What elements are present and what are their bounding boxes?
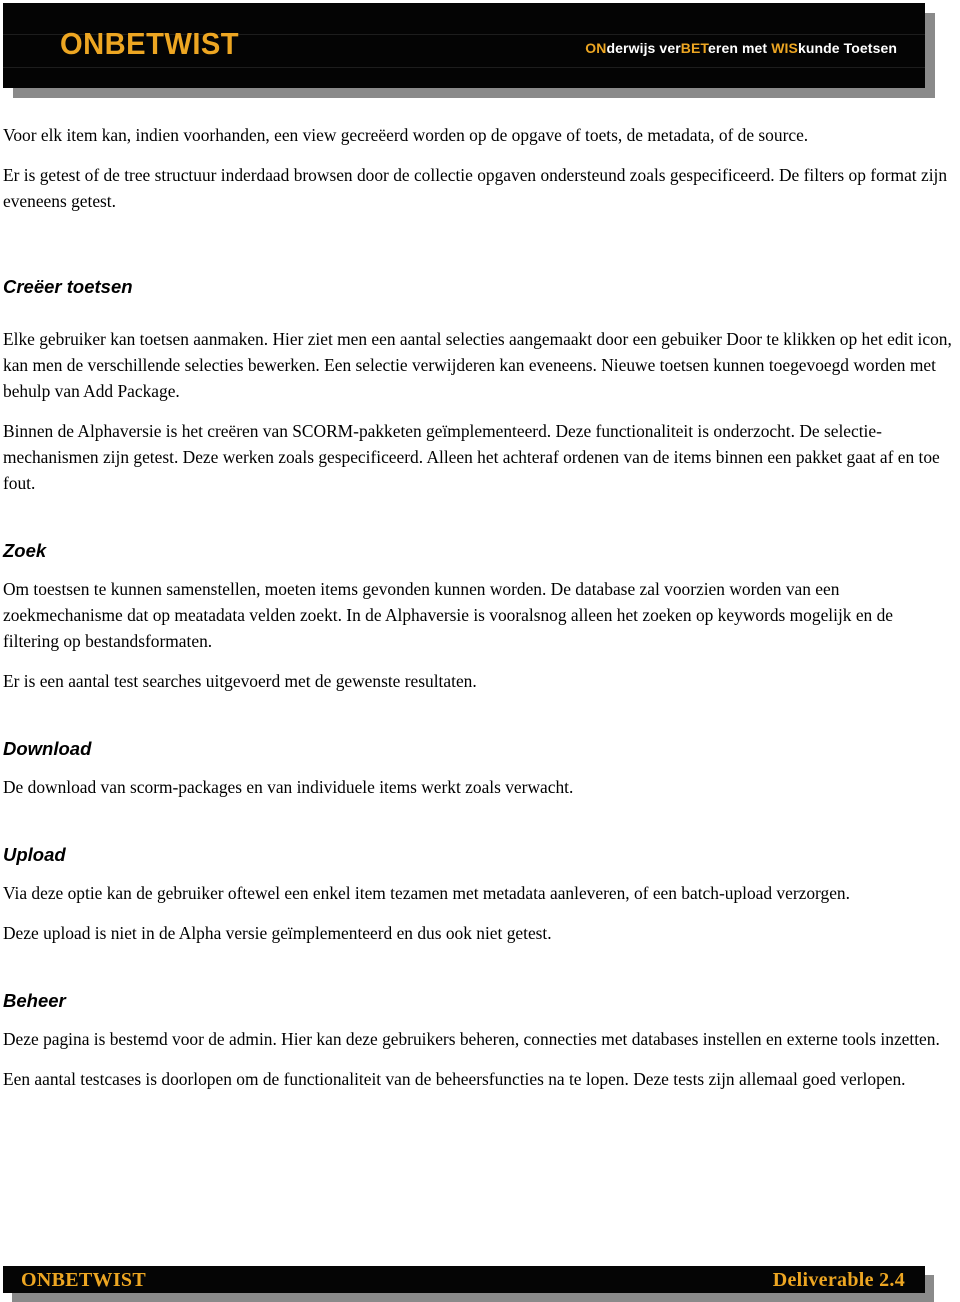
tagline-highlight-on: ON — [585, 40, 607, 56]
section-heading-upload: Upload — [3, 844, 66, 865]
zoek-paragraph-2: Er is een aantal test searches uitgevoer… — [3, 671, 477, 691]
beheer-paragraph-2: Een aantal testcases is doorlopen om de … — [3, 1069, 906, 1089]
footer-project-name: ONBETWIST — [21, 1269, 146, 1291]
tagline-highlight-bet: BET — [680, 40, 709, 56]
intro-paragraph-2: Er is getest of de tree structuur inderd… — [3, 165, 948, 211]
upload-paragraph-1: Via deze optie kan de gebruiker oftewel … — [3, 883, 850, 903]
page-header: ONBETWIST ONderwijs verBETeren met WISku… — [3, 3, 935, 98]
header-tagline: ONderwijs verBETeren met WISkunde Toetse… — [585, 41, 897, 55]
document-body: Voor elk item kan, indien voorhanden, ee… — [3, 122, 953, 1106]
tagline-highlight-wis: WIS — [771, 40, 798, 56]
section-heading-download: Download — [3, 738, 92, 759]
footer-deliverable-label: Deliverable 2.4 — [772, 1269, 905, 1291]
intro-paragraph-1: Voor elk item kan, indien voorhanden, ee… — [3, 125, 809, 145]
brand-logo: ONBETWIST — [60, 26, 240, 61]
document-page: ONBETWIST ONderwijs verBETeren met WISku… — [0, 0, 960, 1302]
tagline-plain-2: eren met — [708, 40, 772, 56]
page-footer: ONBETWIST Deliverable 2.4 — [3, 1266, 934, 1302]
section-heading-creeer-toetsen: Creëer toetsen — [3, 276, 133, 297]
download-paragraph-1: De download van scorm-packages en van in… — [3, 777, 574, 797]
upload-paragraph-2: Deze upload is niet in de Alpha versie g… — [3, 923, 552, 943]
section-heading-zoek: Zoek — [3, 540, 47, 561]
section-heading-beheer: Beheer — [3, 990, 66, 1011]
tagline-plain-1: derwijs ver — [606, 40, 681, 56]
header-divider-bottom — [3, 67, 925, 68]
creeer-toetsen-paragraph-1: Elke gebruiker kan toetsen aanmaken. Hie… — [3, 329, 952, 401]
zoek-paragraph-1: Om toestsen te kunnen samenstellen, moet… — [3, 579, 893, 651]
beheer-paragraph-1: Deze pagina is bestemd voor de admin. Hi… — [3, 1029, 940, 1049]
header-banner: ONBETWIST ONderwijs verBETeren met WISku… — [3, 3, 925, 88]
creeer-toetsen-paragraph-2: Binnen de Alphaversie is het creëren van… — [3, 421, 940, 493]
footer-banner: ONBETWIST Deliverable 2.4 — [3, 1266, 925, 1293]
tagline-plain-3: kunde Toetsen — [797, 40, 897, 56]
